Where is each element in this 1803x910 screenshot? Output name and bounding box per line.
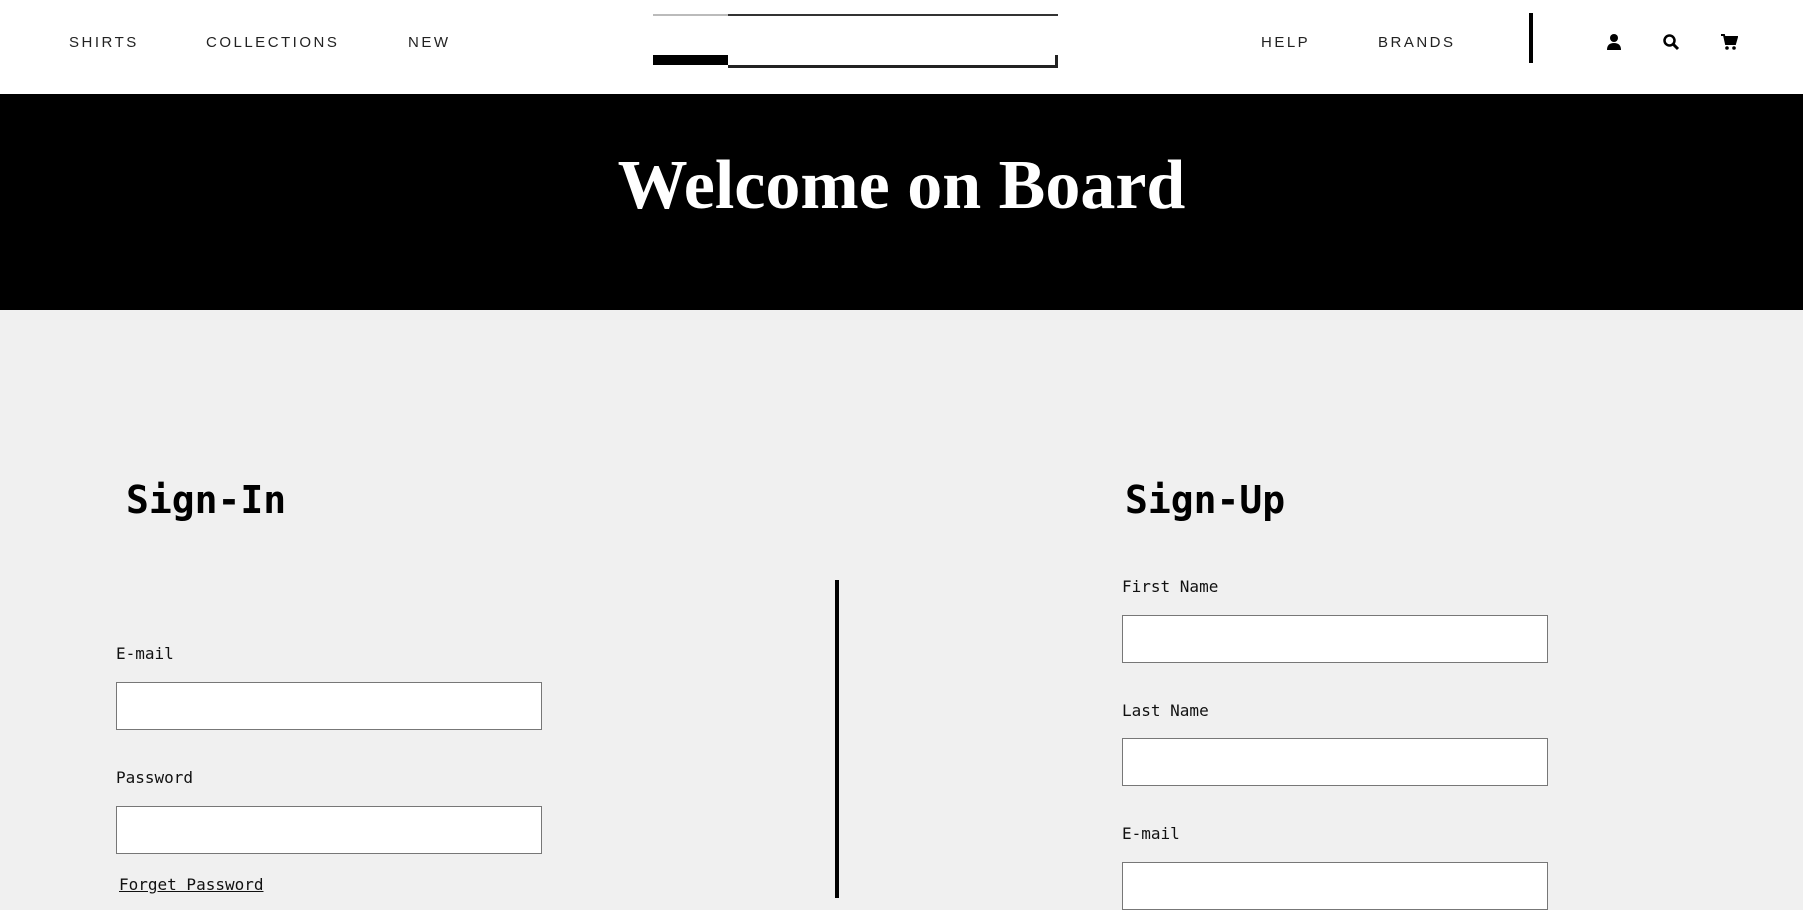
first-name-label: First Name xyxy=(1122,577,1219,596)
signup-email-input[interactable] xyxy=(1122,862,1548,910)
signup-email-label: E-mail xyxy=(1122,824,1180,843)
signup-heading: Sign-Up xyxy=(1125,478,1286,522)
signin-email-input[interactable] xyxy=(116,682,542,730)
signin-email-label: E-mail xyxy=(116,644,174,663)
nav-collections[interactable]: COLLECTIONS xyxy=(206,34,339,51)
last-name-label: Last Name xyxy=(1122,701,1209,720)
signin-heading: Sign-In xyxy=(126,478,287,522)
banner-title: Welcome on Board xyxy=(617,147,1186,224)
signin-password-label: Password xyxy=(116,768,194,787)
first-name-input[interactable] xyxy=(1122,615,1548,663)
nav-help[interactable]: HELP xyxy=(1261,34,1310,51)
nav-shirts[interactable]: SHIRTS xyxy=(69,34,139,51)
header-divider xyxy=(1529,13,1533,63)
signin-password-input[interactable] xyxy=(116,806,542,854)
site-header: SHIRTS COLLECTIONS NEW HELP BRANDS xyxy=(0,0,1803,94)
cart-icon[interactable] xyxy=(1720,33,1738,51)
logo[interactable] xyxy=(653,14,1058,69)
forgot-password-link[interactable]: Forget Password xyxy=(119,875,264,894)
last-name-input[interactable] xyxy=(1122,738,1548,786)
user-icon[interactable] xyxy=(1605,33,1623,51)
nav-new[interactable]: NEW xyxy=(408,34,451,51)
nav-brands[interactable]: BRANDS xyxy=(1378,34,1456,51)
section-divider xyxy=(835,580,839,898)
search-icon[interactable] xyxy=(1662,33,1680,51)
welcome-banner: Welcome on Board xyxy=(0,94,1803,310)
